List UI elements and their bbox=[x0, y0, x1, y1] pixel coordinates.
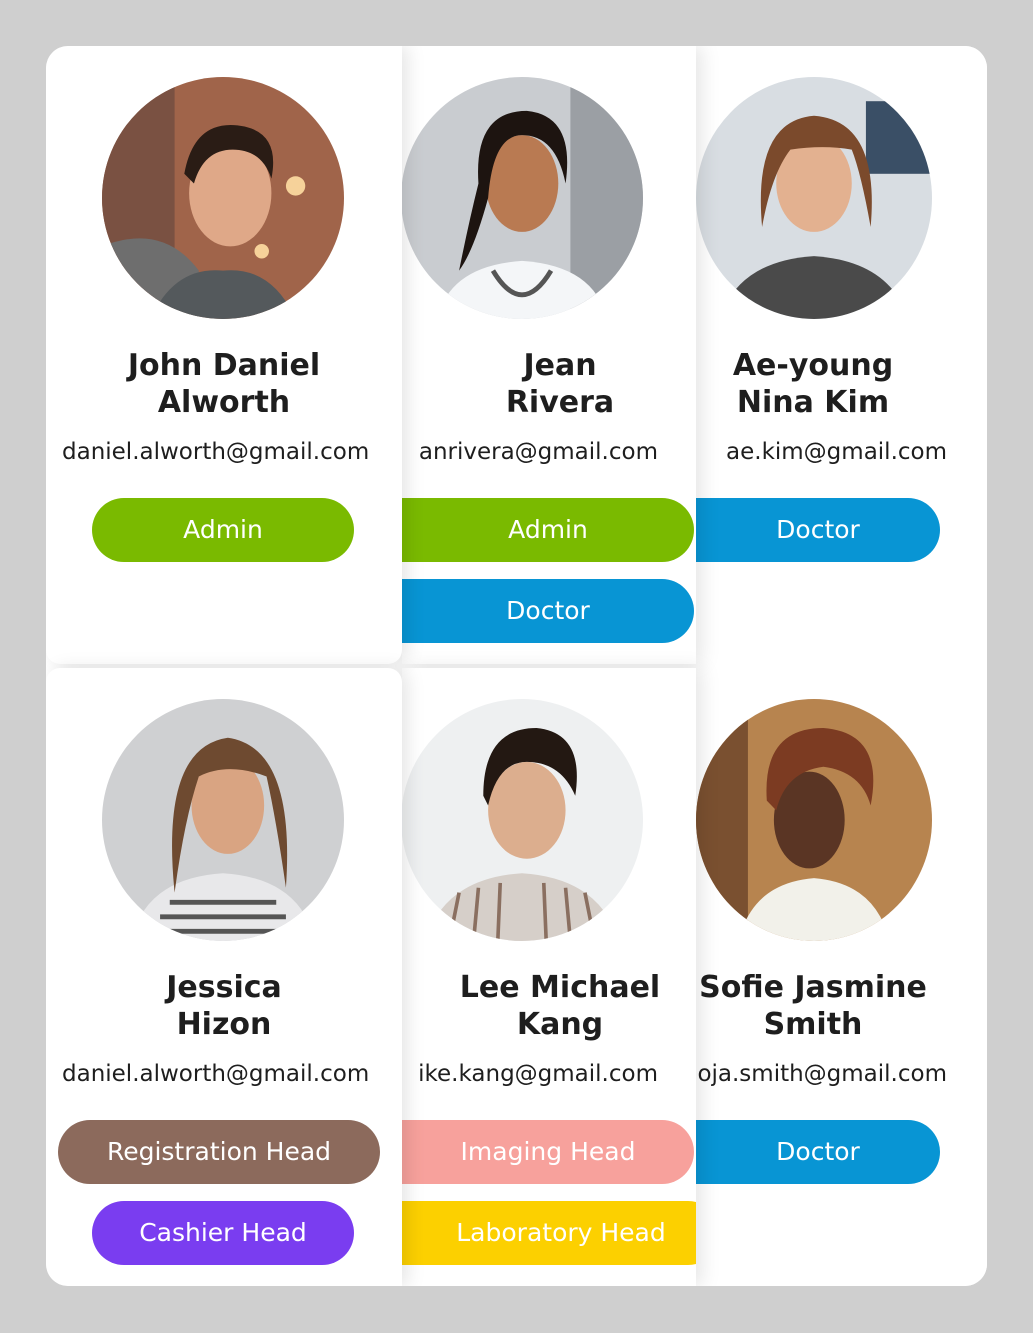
user-name-line-1: Lee Michael bbox=[459, 970, 661, 1005]
user-name-line-2: Nina Kim bbox=[736, 385, 890, 420]
user-card[interactable]: Jessica Hizon daniel.alworth@gmail.com R… bbox=[46, 668, 402, 1286]
user-card[interactable]: Sofie Jasmine Smith oja.smith@gmail.com … bbox=[696, 668, 987, 1286]
user-name: John Daniel Alworth bbox=[64, 347, 384, 421]
user-email: ae.kim@gmail.com bbox=[726, 439, 947, 465]
user-name-line-2: Rivera bbox=[505, 385, 615, 420]
role-badge-registration-head[interactable]: Registration Head bbox=[58, 1120, 380, 1184]
user-card[interactable]: Ae-young Nina Kim ae.kim@gmail.com Docto… bbox=[696, 46, 987, 664]
user-email: anrivera@gmail.com bbox=[418, 439, 658, 465]
user-name-line-1: Jean bbox=[523, 348, 597, 383]
user-card[interactable]: Lee Michael Kang ike.kang@gmail.com Imag… bbox=[402, 668, 696, 1286]
user-name-line-1: Jessica bbox=[166, 970, 282, 1005]
user-name: Ae-young Nina Kim bbox=[698, 347, 928, 421]
role-badge-admin[interactable]: Admin bbox=[402, 498, 694, 562]
user-name-line-2: Hizon bbox=[176, 1007, 272, 1042]
role-badge-laboratory-head[interactable]: Laboratory Head bbox=[402, 1201, 696, 1265]
role-badge-admin[interactable]: Admin bbox=[92, 498, 354, 562]
avatar bbox=[402, 77, 643, 319]
user-name: Jessica Hizon bbox=[64, 969, 384, 1043]
user-card-grid: John Daniel Alworth daniel.alworth@gmail… bbox=[46, 46, 987, 1286]
role-badge-imaging-head[interactable]: Imaging Head bbox=[402, 1120, 694, 1184]
user-card[interactable]: Jean Rivera anrivera@gmail.com Admin Doc… bbox=[402, 46, 696, 664]
role-badge-doctor[interactable]: Doctor bbox=[402, 579, 694, 643]
user-email: ike.kang@gmail.com bbox=[418, 1061, 658, 1087]
avatar bbox=[402, 699, 643, 941]
user-card[interactable]: John Daniel Alworth daniel.alworth@gmail… bbox=[46, 46, 402, 664]
user-name: Jean Rivera bbox=[402, 347, 696, 421]
avatar bbox=[696, 699, 932, 941]
role-badge-cashier-head[interactable]: Cashier Head bbox=[92, 1201, 354, 1265]
avatar bbox=[102, 699, 344, 941]
role-badge-doctor[interactable]: Doctor bbox=[696, 498, 940, 562]
user-email: oja.smith@gmail.com bbox=[697, 1061, 947, 1087]
avatar bbox=[102, 77, 344, 319]
user-email: daniel.alworth@gmail.com bbox=[62, 439, 370, 465]
user-email: daniel.alworth@gmail.com bbox=[62, 1061, 370, 1087]
user-name-line-1: John Daniel bbox=[127, 348, 321, 383]
user-name-line-2: Alworth bbox=[157, 385, 291, 420]
user-name-line-1: Sofie Jasmine bbox=[699, 970, 927, 1005]
user-name-line-1: Ae-young bbox=[732, 348, 894, 383]
avatar bbox=[696, 77, 932, 319]
role-badge-doctor[interactable]: Doctor bbox=[696, 1120, 940, 1184]
user-name: Sofie Jasmine Smith bbox=[698, 969, 928, 1043]
user-name: Lee Michael Kang bbox=[402, 969, 696, 1043]
user-name-line-2: Kang bbox=[516, 1007, 604, 1042]
user-name-line-2: Smith bbox=[763, 1007, 863, 1042]
